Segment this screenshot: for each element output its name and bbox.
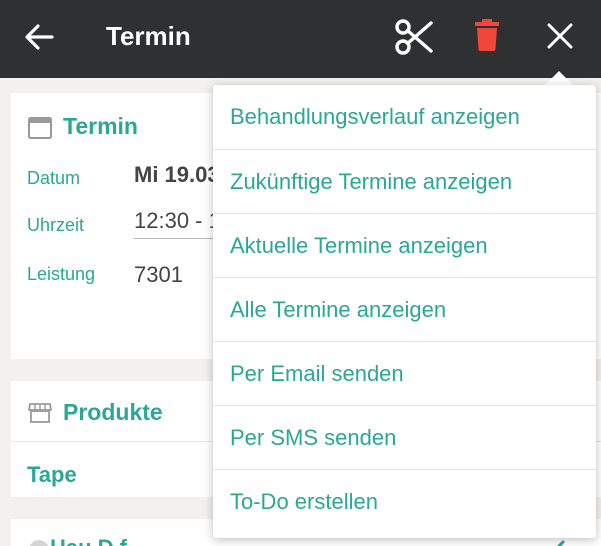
calendar-icon: [28, 116, 52, 139]
product-item[interactable]: Tape: [27, 462, 77, 488]
menu-item-per-email[interactable]: Per Email senden: [213, 341, 596, 405]
uhrzeit-label: Uhrzeit: [27, 215, 85, 235]
menu-item-alle-termine[interactable]: Alle Termine anzeigen: [213, 277, 596, 341]
menu-pointer: [545, 71, 573, 85]
overflow-menu: Behandlungsverlauf anzeigen Zukünftige T…: [213, 85, 596, 538]
leistung-value: 7301: [134, 262, 183, 287]
menu-item-todo-erstellen[interactable]: To-Do erstellen: [213, 469, 596, 533]
produkte-card-title: Produkte: [63, 399, 163, 425]
scissors-icon[interactable]: [394, 17, 434, 57]
leistung-label: Leistung: [27, 264, 96, 284]
termin-card-header: Termin: [27, 113, 138, 140]
trash-icon[interactable]: [470, 18, 504, 52]
termin-card-title: Termin: [63, 113, 138, 139]
menu-item-aktuelle-termine[interactable]: Aktuelle Termine anzeigen: [213, 213, 596, 277]
close-icon[interactable]: [544, 20, 576, 52]
store-icon: [28, 402, 52, 423]
datum-value: Mi 19.03: [134, 162, 220, 187]
uhrzeit-field[interactable]: 12:30 - 1: [134, 208, 221, 239]
page-title: Termin: [106, 21, 191, 51]
menu-item-behandlungsverlauf[interactable]: Behandlungsverlauf anzeigen: [213, 85, 596, 149]
top-app-bar: Termin: [0, 0, 601, 78]
menu-item-per-sms[interactable]: Per SMS senden: [213, 405, 596, 469]
third-card-title: Hau D f: [50, 535, 127, 546]
produkte-card-header: Produkte: [27, 399, 163, 426]
datum-label: Datum: [27, 168, 81, 188]
menu-item-zukuenftige-termine[interactable]: Zukünftige Termine anzeigen: [213, 149, 596, 213]
arrow-left-icon[interactable]: [22, 20, 56, 54]
